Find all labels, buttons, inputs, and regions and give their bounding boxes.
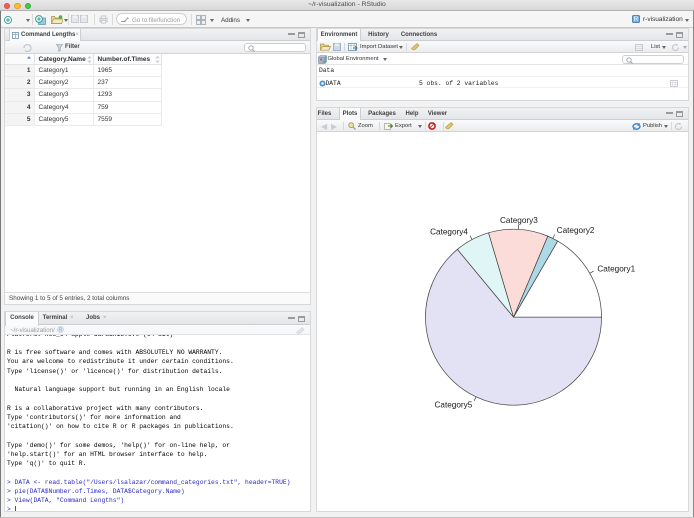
svg-text:R: R [58,327,62,333]
svg-text:Category1: Category1 [597,264,635,273]
svg-text:Category4: Category4 [430,227,468,236]
svg-text:Category3: Category3 [500,216,538,225]
svg-text:Category5: Category5 [435,400,473,409]
svg-text:Category2: Category2 [557,226,595,235]
svg-text:R: R [634,16,639,23]
